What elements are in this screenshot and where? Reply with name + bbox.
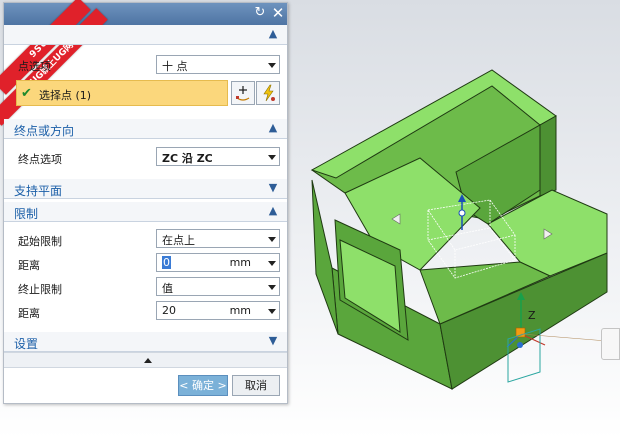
start-distance-field[interactable]: 0 mm — [156, 253, 280, 272]
dropdown-arrow-icon — [268, 237, 276, 242]
settings-section-header[interactable]: 设置 ▼ — [4, 332, 287, 352]
dropdown-arrow-icon[interactable] — [268, 261, 276, 266]
end-distance-field[interactable]: 20 mm — [156, 301, 280, 320]
dropdown-arrow-icon — [268, 155, 276, 160]
chevron-down-icon[interactable]: ▼ — [267, 335, 279, 347]
end-distance-unit: mm — [229, 304, 251, 317]
start-limit-dropdown[interactable]: 在点上 — [156, 229, 280, 248]
end-option-label: 终点选项 — [18, 153, 62, 166]
dialog-titlebar[interactable]: ↻ ✕ — [4, 3, 287, 25]
reset-icon[interactable]: ↻ — [252, 5, 268, 21]
svg-text:Z: Z — [528, 309, 536, 322]
model-left-face — [311, 179, 339, 335]
start-limit-value: 在点上 — [162, 234, 195, 247]
limits-section-title: 限制 — [14, 207, 39, 221]
chevron-up-icon[interactable]: ▲ — [267, 28, 279, 40]
point-option-label: 点选项 — [18, 60, 51, 73]
end-limit-label: 终止限制 — [18, 283, 62, 296]
chevron-up-icon[interactable]: ▲ — [267, 205, 279, 217]
end-option-value: ZC 沿 ZC — [162, 152, 213, 165]
lightning-icon — [263, 84, 275, 102]
end-point-section-title: 终点或方向 — [14, 124, 75, 138]
collapse-arrow-icon[interactable] — [144, 358, 152, 363]
end-limit-value: 值 — [162, 282, 173, 295]
model-back-right-wall — [539, 115, 557, 197]
support-plane-section-title: 支持平面 — [14, 184, 63, 198]
line-dialog: ↻ ✕ 9SUG 学UG就上UG网 ▲ 点选项 十 点 ✔ 选择点 (1) 终点… — [0, 0, 288, 404]
end-point-section-header[interactable]: 终点或方向 ▲ — [4, 119, 287, 139]
point-option-value: 十 点 — [162, 60, 188, 73]
end-option-dropdown[interactable]: ZC 沿 ZC — [156, 147, 280, 166]
support-plane-section-header[interactable]: 支持平面 ▼ — [4, 179, 287, 199]
select-point-label: 选择点 (1) — [39, 89, 92, 102]
viewport-side-handle[interactable] — [601, 328, 620, 360]
cancel-button[interactable]: 取消 — [232, 375, 280, 396]
start-distance-value[interactable]: 0 — [162, 256, 171, 269]
end-limit-dropdown[interactable]: 值 — [156, 277, 280, 296]
collapse-strip[interactable] — [4, 352, 287, 368]
chevron-up-icon[interactable]: ▲ — [267, 122, 279, 134]
start-distance-unit: mm — [229, 256, 251, 269]
dropdown-arrow-icon[interactable] — [268, 309, 276, 314]
start-distance-label: 距离 — [18, 259, 40, 272]
check-icon: ✔ — [21, 86, 32, 101]
dropdown-arrow-icon — [268, 285, 276, 290]
ok-button[interactable]: < 确定 > — [178, 375, 228, 396]
chevron-down-icon[interactable]: ▼ — [267, 182, 279, 194]
start-limit-label: 起始限制 — [18, 235, 62, 248]
point-dialog-button[interactable] — [231, 81, 255, 105]
start-point-section-header[interactable]: ▲ — [4, 25, 287, 45]
solid-model[interactable] — [310, 69, 608, 390]
inferred-point-button[interactable] — [256, 81, 280, 105]
dropdown-arrow-icon — [268, 63, 276, 68]
point-option-dropdown[interactable]: 十 点 — [156, 55, 280, 74]
limits-section-header[interactable]: 限制 ▲ — [4, 202, 287, 222]
end-distance-label: 距离 — [18, 307, 40, 320]
point-dialog-icon — [236, 86, 250, 101]
end-distance-value[interactable]: 20 — [162, 304, 176, 317]
select-point-row[interactable]: ✔ 选择点 (1) — [16, 80, 228, 106]
settings-section-title: 设置 — [14, 337, 39, 351]
close-icon[interactable]: ✕ — [270, 5, 286, 21]
